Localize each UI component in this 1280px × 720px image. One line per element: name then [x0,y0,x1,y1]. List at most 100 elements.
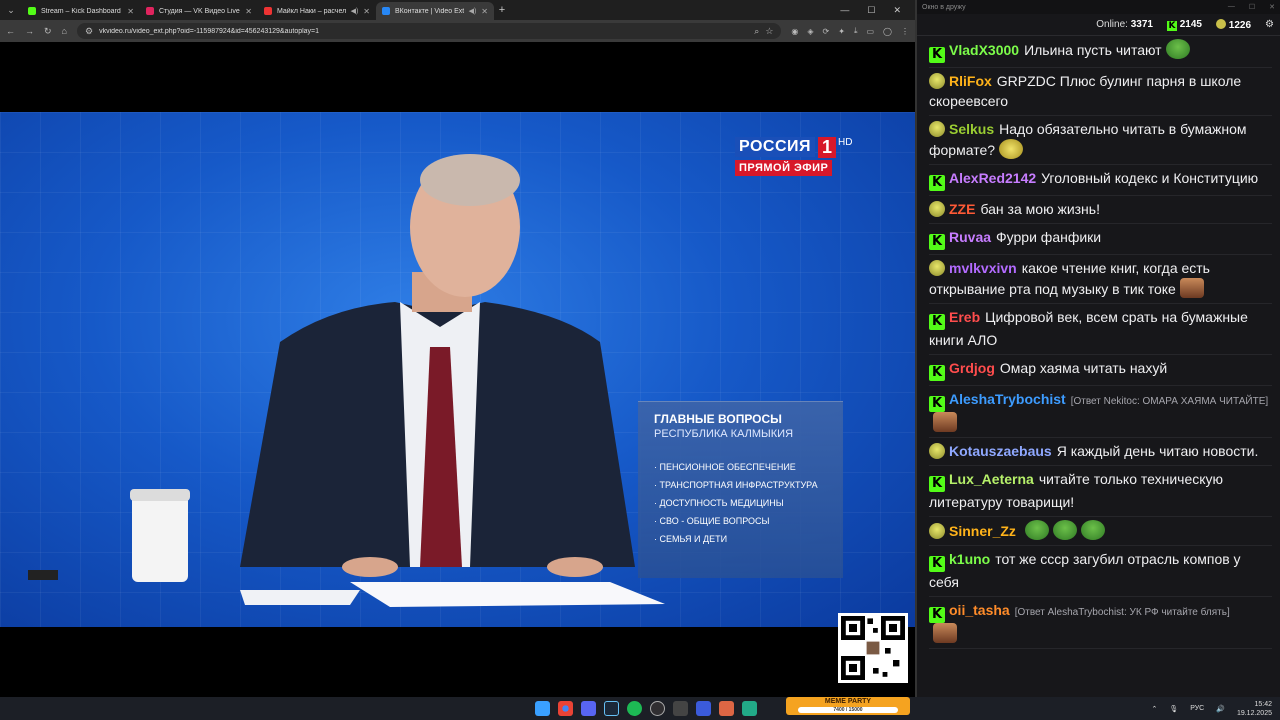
chat-username[interactable]: Kotauszaebaus [949,443,1052,459]
topic-item: СВО - ОБЩИЕ ВОПРОСЫ [654,516,827,526]
kick-icon: K [929,314,945,330]
volume-icon[interactable]: 🔊 [1216,705,1225,713]
speaker-icon[interactable]: ◀) [469,7,477,15]
clock[interactable]: 15:42 19.12.2025 [1237,700,1272,718]
close-icon[interactable]: ✕ [1269,3,1275,11]
qr-code [838,613,908,683]
browser-window: ⌄ Stream – Kick Dashboard ✕ Студия — VK … [0,0,915,697]
close-window-icon[interactable]: ✕ [893,5,901,16]
chat-window-titlebar: Окно в дружу — ☐ ✕ [917,0,1280,14]
tab-youtube[interactable]: Майкл Наки – расчеловечив ◀) ✕ [258,2,376,20]
chat-username[interactable]: AlexRed2142 [949,170,1036,186]
reload-icon[interactable]: ↻ [44,26,52,37]
spotify-icon[interactable] [627,701,642,716]
extensions-bar: ◉ ◈ ⟳ ✦ ⤓ ▭ ◯ ⋮ [791,26,909,36]
close-icon[interactable]: ✕ [245,7,252,16]
tab-label: Студия — VK Видео Live [159,7,240,15]
topic-item: ДОСТУПНОСТЬ МЕДИЦИНЫ [654,498,827,508]
chat-username[interactable]: oii_tasha [949,602,1010,618]
microphone-icon[interactable]: 🎙 [1169,705,1178,713]
chat-username[interactable]: Selkus [949,121,994,137]
steam-icon[interactable] [604,701,619,716]
twitch-icon [929,73,945,89]
chat-message: Kotauszaebaus Я каждый день читаю новости… [929,438,1272,466]
extension-icon[interactable]: ◈ [807,27,813,36]
tray-expand-icon[interactable]: ⌃ [1151,705,1157,713]
chat-username[interactable]: VladX3000 [949,42,1019,58]
chat-username[interactable]: AleshaTrybochist [949,391,1066,407]
chat-username[interactable]: Ereb [949,309,980,325]
extension-icon[interactable]: ◉ [791,27,798,36]
extensions-puzzle-icon[interactable]: ✦ [838,27,845,36]
close-icon[interactable]: ✕ [127,7,134,16]
emote-icon [1165,39,1190,59]
chat-username[interactable]: ZZE [949,201,975,217]
discord-icon[interactable] [581,701,596,716]
chat-message: K Ereb Цифровой век, всем срать на бумажны… [929,304,1272,355]
close-icon[interactable]: ✕ [481,7,488,16]
chat-window: Окно в дружу — ☐ ✕ Online: 3371 K 2145 1… [915,0,1280,697]
tab-vk-video[interactable]: ВКонтакте | Video Ext ◀) ✕ [376,2,494,20]
maximize-icon[interactable]: ☐ [867,5,875,16]
chat-message: K Lux_Aeterna читайте только техническую л… [929,466,1272,517]
meme-party-widget: MEME PARTY 7400 / 15000 [786,697,910,715]
language-indicator[interactable]: РУС [1190,705,1204,712]
chat-username[interactable]: Ruvaa [949,229,991,245]
obs-icon[interactable] [650,701,665,716]
emote-icon [1024,520,1049,540]
video-player[interactable]: РОССИЯ 1 HD ПРЯМОЙ ЭФИР ГЛАВНЫЕ ВОПРОСЫ … [0,112,915,627]
zoom-icon[interactable]: ⌕ [754,26,759,37]
emote-icon [933,623,957,643]
back-icon[interactable]: ← [6,26,15,36]
profile-icon[interactable]: ◯ [883,27,892,36]
qr-code-image [841,616,905,680]
chat-message: RliFox GRPZDC Плюс булинг парня в школе с… [929,68,1272,116]
site-info-icon[interactable]: ⚙ [85,26,93,37]
windows-start-icon[interactable] [535,701,550,716]
speaker-icon[interactable]: ◀) [351,7,359,15]
chat-message: Koii_tasha [Ответ AleshaTrybochist: УК РФ… [929,597,1272,649]
download-icon[interactable]: ⤓ [854,26,858,36]
tab-vk-studio[interactable]: Студия — VK Видео Live ✕ [140,2,258,20]
app-icon[interactable] [673,701,688,716]
lower-third-subtitle: РЕСПУБЛИКА КАЛМЫКИЯ [654,428,794,440]
home-icon[interactable]: ⌂ [62,26,67,36]
twitch-icon [929,260,945,276]
kick-icon: K [929,365,945,381]
sidebar-icon[interactable]: ▭ [866,27,874,36]
chrome-icon[interactable] [558,701,573,716]
app-icon[interactable] [742,701,757,716]
taskbar: MEME PARTY 7400 / 15000 ⌃ 🎙 РУС 🔊 15:42 … [0,697,1280,720]
settings-icon[interactable]: ⚙ [1265,19,1274,30]
chat-username[interactable]: RliFox [949,73,992,89]
kick-icon: K [929,607,945,623]
extension-icon[interactable]: ⟳ [823,27,830,36]
bookmark-star-icon[interactable]: ☆ [765,26,773,37]
chat-username[interactable]: mvlkvxivn [949,260,1017,276]
tab-kick-dashboard[interactable]: Stream – Kick Dashboard ✕ [22,2,140,20]
emote-icon [1052,520,1077,540]
close-icon[interactable]: ✕ [363,7,370,16]
app-icon[interactable] [719,701,734,716]
maximize-icon[interactable]: ☐ [1249,3,1255,11]
time: 15:42 [1254,700,1272,708]
chat-username[interactable]: k1uno [949,551,990,567]
vk-live-icon [146,7,154,15]
new-tab-button[interactable]: + [494,4,510,16]
kick-icon: K [929,476,945,492]
chat-username[interactable]: Grdjog [949,360,995,376]
url-input[interactable]: ⚙ vkvideo.ru/video_ext.php?oid=-11598792… [76,23,782,39]
chat-username[interactable]: Lux_Aeterna [949,471,1034,487]
minimize-icon[interactable]: — [840,5,849,16]
tab-search-icon[interactable]: ⌄ [0,0,22,20]
menu-icon[interactable]: ⋮ [901,27,909,36]
chat-username[interactable]: Sinner_Zz [949,523,1016,539]
kick-icon: K [929,556,945,572]
chat-message-list[interactable]: K VladX3000 Ильина пусть читают RliFox GRPZD… [917,36,1280,649]
media-player-icon[interactable] [696,701,711,716]
chat-message: mvlkvxivn какое чтение книг, когда есть о… [929,255,1272,304]
minimize-icon[interactable]: — [1228,3,1235,11]
channel-logo: РОССИЯ 1 HD ПРЯМОЙ ЭФИР [735,137,852,176]
window-controls: — ☐ ✕ [840,5,915,16]
forward-icon[interactable]: → [25,26,34,36]
